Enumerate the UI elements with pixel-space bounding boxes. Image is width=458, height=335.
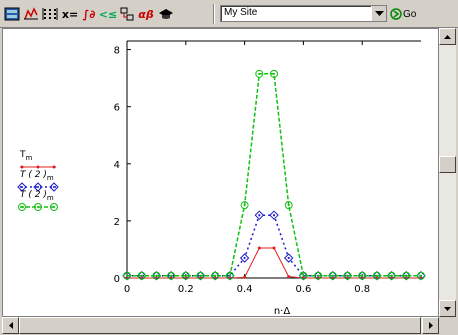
greek-icon[interactable]: αβ xyxy=(137,5,155,23)
legend-label-sub: m xyxy=(26,154,33,162)
legend-label: T ( 2 )m xyxy=(20,170,54,182)
go-arrow-icon xyxy=(390,8,402,20)
marker-dot xyxy=(346,274,349,277)
x-tick-label: 0.4 xyxy=(237,284,253,295)
data-point xyxy=(243,275,247,279)
y-tick-label: 8 xyxy=(114,46,120,57)
legend-label-sub: m xyxy=(47,194,54,202)
marker-dot xyxy=(258,72,261,75)
math-palette-icon[interactable] xyxy=(3,5,21,23)
marker-dot xyxy=(243,257,246,260)
go-button[interactable]: Go xyxy=(390,5,420,23)
marker-dot xyxy=(390,274,393,277)
series-3-line xyxy=(127,73,421,277)
series-1-line xyxy=(127,247,421,279)
marker-dot xyxy=(375,274,378,277)
marker-dot xyxy=(140,274,143,277)
scroll-down-button[interactable] xyxy=(439,300,456,317)
y-tick-label: 2 xyxy=(114,217,120,228)
legend-marker xyxy=(20,165,24,169)
series-1 xyxy=(125,246,423,280)
marker-dot xyxy=(126,274,128,277)
marker-dot xyxy=(199,274,202,277)
legend-marker xyxy=(36,165,40,169)
marker-dot xyxy=(53,206,55,208)
marker-dot xyxy=(287,204,290,207)
scrollbar-corner xyxy=(439,317,458,335)
x-axis-label: n·Δ xyxy=(274,306,291,316)
marker-dot xyxy=(287,257,290,260)
marker-dot xyxy=(405,274,408,277)
vertical-scrollbar[interactable] xyxy=(439,28,456,317)
marker-dot xyxy=(331,274,334,277)
toolbar-separator xyxy=(213,4,215,24)
marker-dot xyxy=(155,274,158,277)
marker-dot xyxy=(302,274,305,277)
marker-dot xyxy=(184,274,187,277)
legend-label: Tm xyxy=(19,150,33,162)
scroll-right-button[interactable] xyxy=(422,317,439,334)
horizontal-scrollbar[interactable] xyxy=(2,317,439,334)
marker-dot xyxy=(37,186,39,188)
programming-icon[interactable] xyxy=(118,5,136,23)
x-tick-label: 0.2 xyxy=(178,284,194,295)
scroll-up-button[interactable] xyxy=(439,28,456,45)
y-tick-label: 6 xyxy=(114,103,120,114)
marker-dot xyxy=(21,186,23,188)
marker-dot xyxy=(317,274,320,277)
marker-dot xyxy=(53,186,55,188)
legend-label-text: T ( 2 ) xyxy=(20,170,47,180)
series-2-line xyxy=(127,214,421,277)
data-point xyxy=(272,246,276,250)
toolbar: x= ∫∂ <≤ αβ My Site Go xyxy=(0,0,458,28)
x-tick-label: 0.8 xyxy=(354,284,370,295)
marker-dot xyxy=(37,206,39,208)
data-point xyxy=(287,275,291,279)
data-point xyxy=(254,210,265,220)
plot[interactable]: TmT ( 2 )mT ( 2 )m 024680 0.2 0.4 0.6 0.8n·Δ xyxy=(3,29,438,317)
marker-dot xyxy=(258,214,261,217)
marker-dot xyxy=(243,204,246,207)
scroll-left-button[interactable] xyxy=(2,317,19,334)
legend-marker xyxy=(18,203,26,211)
go-label: Go xyxy=(403,8,417,20)
legend-marker xyxy=(52,165,56,169)
matrix-icon[interactable] xyxy=(41,5,59,23)
plot-series xyxy=(122,69,426,281)
marker-dot xyxy=(170,274,173,277)
worksheet-canvas[interactable]: Tm T ( 2 )m T ( 2 )m 0 2 4 6 8 0 0.2 0.4 0.6 0.8 n·Δ xyxy=(2,28,439,317)
x-tick-label: 0.6 xyxy=(295,284,311,295)
calculus-icon[interactable]: ∫∂ xyxy=(80,5,98,23)
marker-dot xyxy=(214,274,217,277)
symbolic-icon[interactable] xyxy=(157,5,175,23)
evaluation-icon[interactable]: x= xyxy=(61,5,79,23)
legend-label-sub: m xyxy=(47,174,54,182)
y-tick-label: 4 xyxy=(114,160,120,171)
graph-icon[interactable] xyxy=(22,5,40,23)
marker-dot xyxy=(273,72,275,75)
legend-label: T ( 2 )m xyxy=(20,190,54,202)
marker-dot xyxy=(420,274,422,277)
boolean-icon[interactable]: <≤ xyxy=(99,5,117,23)
address-value[interactable]: My Site xyxy=(224,7,257,18)
horizontal-scroll-thumb[interactable] xyxy=(19,317,421,334)
chevron-down-icon[interactable] xyxy=(371,6,386,21)
legend-label-text: T ( 2 ) xyxy=(20,190,47,200)
data-point xyxy=(257,246,261,250)
address-combo[interactable]: My Site xyxy=(220,5,387,22)
marker-dot xyxy=(21,206,23,208)
y-tick-label: 0 xyxy=(114,274,120,285)
marker-dot xyxy=(273,214,275,217)
data-point xyxy=(269,210,279,220)
marker-dot xyxy=(228,274,231,277)
series-2 xyxy=(122,210,426,281)
x-tick-label: 0 xyxy=(124,284,130,295)
vertical-scroll-thumb[interactable] xyxy=(439,156,456,173)
legend: TmT ( 2 )mT ( 2 )m xyxy=(17,150,59,211)
marker-dot xyxy=(361,274,364,277)
